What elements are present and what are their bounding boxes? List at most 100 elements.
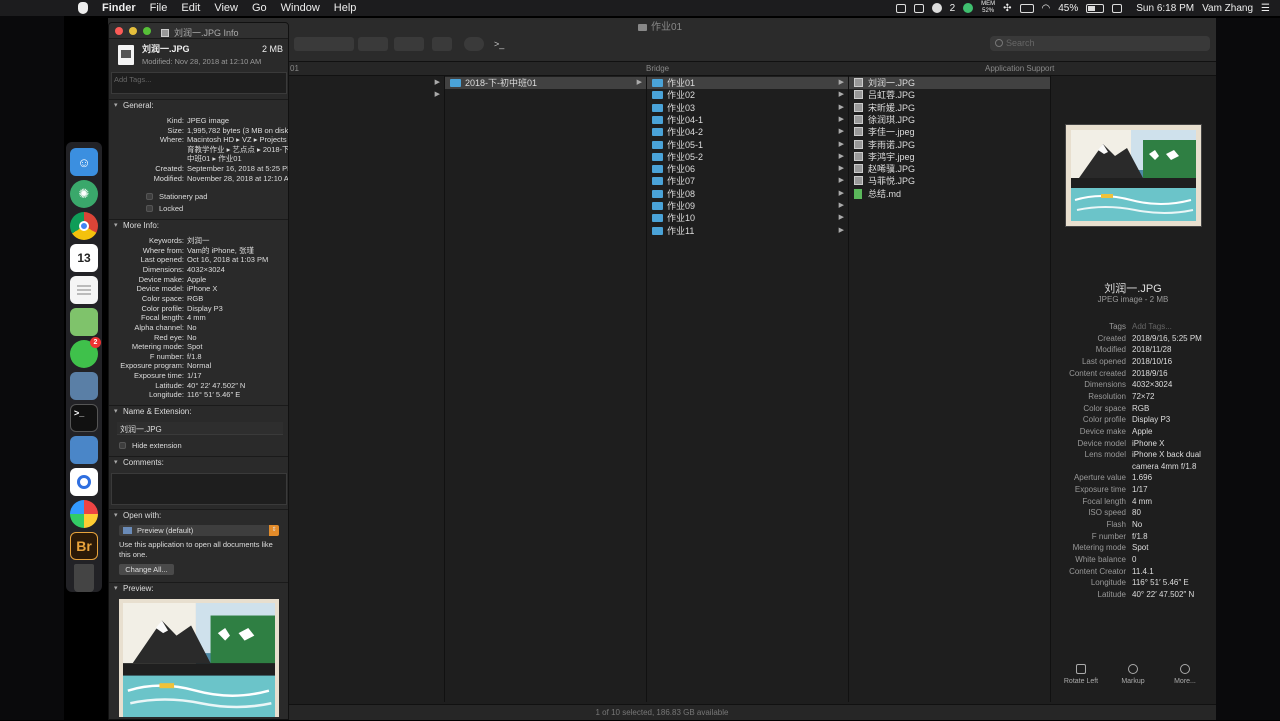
open-with-select[interactable]: Preview (default) ⇕ (119, 525, 279, 536)
dictionary-icon[interactable] (1112, 3, 1123, 13)
baidu-disk-icon[interactable] (70, 468, 98, 496)
item-label: 李鸿宇.jpeg (868, 151, 915, 162)
list-item[interactable]: 作业02 ▶ (647, 89, 848, 101)
menu-view[interactable]: View (214, 2, 238, 14)
list-item[interactable]: 马菲悦.JPG (849, 175, 1050, 187)
search-field[interactable]: Search (990, 36, 1210, 51)
notification-center-icon[interactable]: ☰ (1261, 3, 1270, 14)
display-icon[interactable] (1019, 3, 1034, 13)
menu-app-name[interactable]: Finder (102, 2, 136, 14)
section-preview[interactable]: Preview: (109, 583, 288, 595)
list-item[interactable]: 作业04-2 ▶ (647, 126, 848, 138)
list-item[interactable]: 刘润一.JPG (849, 77, 1050, 89)
list-item[interactable]: 赵唏骥.JPG (849, 163, 1050, 175)
item-label: 作业03 (667, 102, 696, 113)
tags-button[interactable] (464, 37, 484, 51)
rotate-left-button[interactable]: Rotate Left (1055, 664, 1107, 685)
preview-thumbnail[interactable] (1065, 124, 1202, 227)
terminal-icon[interactable]: >_ (70, 404, 98, 432)
calendar-icon[interactable]: 13 (70, 244, 98, 272)
wechat-dock-icon[interactable]: 2 (70, 337, 101, 368)
wifi-icon[interactable]: ◠ (1042, 3, 1051, 14)
minimize-button[interactable] (129, 27, 137, 35)
input-source-icon[interactable] (895, 3, 906, 13)
stationery-checkbox[interactable]: Stationery pad (146, 192, 207, 202)
menu-go[interactable]: Go (252, 2, 267, 14)
section-open-with[interactable]: Open with: (109, 510, 288, 522)
more-button[interactable]: More... (1159, 664, 1211, 685)
user-name[interactable]: Vam Zhang (1202, 3, 1253, 14)
metadata-value[interactable]: Add Tags... (1132, 321, 1172, 332)
list-item[interactable]: 作业11 ▶ (647, 225, 848, 237)
trash-icon[interactable] (74, 564, 94, 592)
list-item[interactable]: 作业04-1 ▶ (647, 114, 848, 126)
list-item[interactable]: 作业09 ▶ (647, 200, 848, 212)
list-item[interactable]: 宋昕媛.JPG (849, 102, 1050, 114)
reminders-icon[interactable] (70, 276, 98, 304)
menu-help[interactable]: Help (334, 2, 357, 14)
datetime[interactable]: Sun 6:18 PM (1136, 3, 1194, 14)
path-item[interactable]: Bridge (646, 64, 669, 73)
preview-app-icon[interactable] (70, 372, 98, 400)
list-item[interactable]: ▶ (289, 89, 444, 101)
group-button[interactable] (358, 37, 388, 51)
list-item[interactable]: 作业07 ▶ (647, 175, 848, 187)
path-item[interactable]: 01 (290, 64, 299, 73)
list-item[interactable]: 作业05-2 ▶ (647, 151, 848, 163)
list-item[interactable]: 作业03 ▶ (647, 102, 848, 114)
list-item[interactable]: 2018-下-初中班01 ▶ (445, 77, 646, 89)
memory-meter[interactable]: MEM 52% (981, 1, 995, 15)
action-gear-button[interactable] (394, 37, 424, 51)
change-all-button[interactable]: Change All... (119, 564, 174, 575)
list-item[interactable]: 李鸿宇.jpeg (849, 151, 1050, 163)
app-store-icon[interactable]: ✺ (70, 180, 98, 208)
menu-edit[interactable]: Edit (181, 2, 200, 14)
close-button[interactable] (115, 27, 123, 35)
section-comments[interactable]: Comments: (109, 457, 288, 469)
bridge-icon[interactable]: Br (70, 532, 98, 560)
status-app-icon[interactable] (963, 3, 974, 13)
metadata-row: Flash No (1048, 519, 1208, 530)
apple-menu-icon[interactable] (78, 2, 88, 14)
screen-record-icon[interactable] (913, 3, 924, 13)
image-file-icon (854, 78, 863, 87)
chrome-icon[interactable] (70, 212, 98, 240)
info-value: Apple (187, 274, 207, 284)
sparkle-icon[interactable]: ✣ (1003, 3, 1011, 14)
list-item[interactable]: 作业10 ▶ (647, 212, 848, 224)
list-item[interactable]: 作业08 ▶ (647, 188, 848, 200)
list-item[interactable]: 作业01 ▶ (647, 77, 848, 89)
tags-field[interactable]: Add Tags... (111, 72, 287, 94)
finder-icon[interactable]: ☺ (70, 148, 98, 176)
markup-button[interactable]: Markup (1107, 664, 1159, 685)
list-item[interactable]: 总结.md (849, 188, 1050, 200)
battery-icon[interactable] (1086, 3, 1105, 13)
maps-icon[interactable] (70, 308, 98, 336)
name-field[interactable]: 刘润一.JPG (117, 422, 283, 435)
menu-file[interactable]: File (150, 2, 168, 14)
list-item[interactable]: ▶ (289, 77, 444, 89)
view-mode-buttons[interactable] (294, 37, 354, 51)
section-general[interactable]: General: (109, 100, 288, 112)
zoom-button[interactable] (143, 27, 151, 35)
list-item[interactable]: 徐润琪.JPG (849, 114, 1050, 126)
section-name-extension[interactable]: Name & Extension: (109, 406, 288, 418)
list-item[interactable]: 吕虹蓉.JPG (849, 89, 1050, 101)
share-button[interactable] (432, 37, 452, 51)
terminal-toolbar-button[interactable]: >_ (494, 37, 514, 51)
comments-field[interactable] (111, 473, 287, 505)
list-item[interactable]: 李佳一.jpeg (849, 126, 1050, 138)
chevron-right-icon: ▶ (838, 91, 844, 99)
metadata-value: 116° 51′ 5.46″ E (1132, 578, 1189, 588)
hide-extension-checkbox[interactable]: Hide extension (119, 441, 182, 451)
locked-checkbox[interactable]: Locked (146, 204, 183, 214)
list-item[interactable]: 作业05-1 ▶ (647, 139, 848, 151)
photo-app-icon[interactable] (70, 500, 98, 528)
list-item[interactable]: 作业06 ▶ (647, 163, 848, 175)
section-more-info[interactable]: More Info: (109, 220, 288, 232)
path-item[interactable]: Application Support (985, 64, 1054, 73)
wechat-icon[interactable] (931, 3, 942, 13)
menu-window[interactable]: Window (281, 2, 320, 14)
list-item[interactable]: 李雨诺.JPG (849, 139, 1050, 151)
xcode-icon[interactable] (70, 436, 98, 464)
